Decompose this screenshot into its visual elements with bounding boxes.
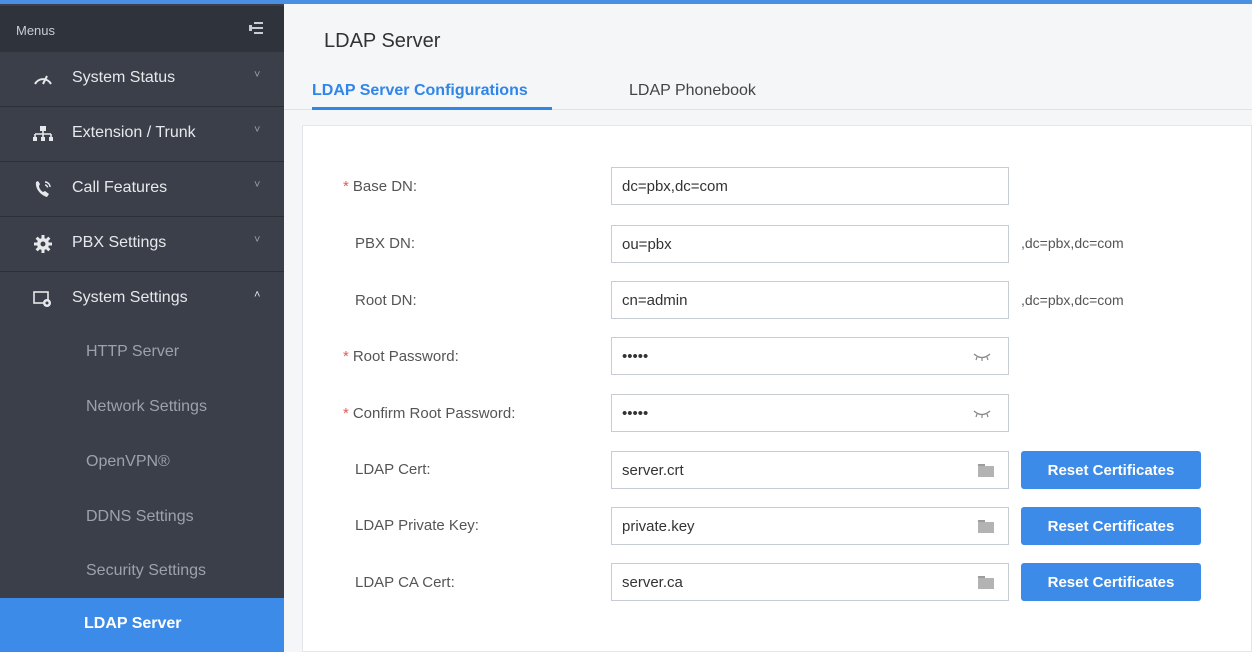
pbx-dn-field[interactable] xyxy=(611,225,1009,263)
phone-icon xyxy=(35,181,51,197)
pbx-dn-suffix: ,dc=pbx,dc=com xyxy=(1021,235,1124,251)
form-panel: *Base DN: PBX DN: ,dc=pbx,dc=com Root DN… xyxy=(302,125,1252,652)
ldap-private-key-field[interactable] xyxy=(611,507,1009,545)
sidebar-item-extension-trunk[interactable]: Extension / Trunk ˅ xyxy=(0,107,284,161)
root-dn-field[interactable] xyxy=(611,281,1009,319)
sidebar-subitem-label: LDAP Server xyxy=(84,615,182,632)
sidebar-item-pbx-settings[interactable]: PBX Settings ˅ xyxy=(0,217,284,271)
pbx-dn-label: PBX DN: xyxy=(355,235,416,252)
ldap-cert-field[interactable] xyxy=(611,451,1009,489)
required-marker: * xyxy=(343,178,349,195)
eye-closed-icon[interactable] xyxy=(972,351,992,363)
required-marker: * xyxy=(343,348,349,365)
active-tab-indicator xyxy=(312,107,552,110)
sidebar-subitem-label: HTTP Server xyxy=(86,343,180,360)
tab-ldap-server-configurations[interactable]: LDAP Server Configurations xyxy=(312,82,528,100)
reset-certificates-button[interactable]: Reset Certificates xyxy=(1021,507,1201,545)
sidebar-item-label: Call Features xyxy=(72,179,168,196)
app-window: Menus System Status ˅ Extension / Trunk … xyxy=(0,0,1252,652)
ldap-ca-cert-field[interactable] xyxy=(611,563,1009,601)
sidebar-subitem-security-settings[interactable]: Security Settings xyxy=(0,545,284,599)
root-password-input[interactable] xyxy=(612,338,1008,374)
sidebar-subitem-ddns-settings[interactable]: DDNS Settings xyxy=(0,491,284,545)
page-title: LDAP Server xyxy=(324,30,441,52)
confirm-root-password-label: * Confirm Root Password: xyxy=(343,405,516,422)
sidebar-item-label: Extension / Trunk xyxy=(72,124,196,141)
menu-header: Menus xyxy=(0,6,284,52)
tab-bar: LDAP Server Configurations LDAP Phoneboo… xyxy=(284,68,1252,110)
required-marker: * xyxy=(343,405,349,422)
gear-icon xyxy=(34,235,52,253)
base-dn-field[interactable] xyxy=(611,167,1009,205)
folder-icon[interactable] xyxy=(978,576,994,589)
collapse-menu-icon[interactable] xyxy=(249,22,263,34)
sidebar-subitem-label: DDNS Settings xyxy=(86,508,194,525)
ldap-private-key-input[interactable] xyxy=(612,508,1008,544)
sidebar-item-system-status[interactable]: System Status ˅ xyxy=(0,52,284,106)
reset-certificates-button[interactable]: Reset Certificates xyxy=(1021,451,1201,489)
ldap-private-key-label: LDAP Private Key: xyxy=(355,517,479,534)
sidebar-subitem-label: OpenVPN® xyxy=(86,453,170,470)
root-password-label: * Root Password: xyxy=(343,348,459,365)
sidebar-item-label: System Settings xyxy=(72,289,188,306)
base-dn-label: * Base DN: xyxy=(343,178,418,195)
sidebar-subitem-label: Security Settings xyxy=(86,562,207,579)
root-dn-label: Root DN: xyxy=(355,292,417,309)
root-dn-input[interactable] xyxy=(612,282,1008,318)
network-icon xyxy=(33,126,53,141)
folder-icon[interactable] xyxy=(978,464,994,477)
chevron-up-icon: ˄ xyxy=(254,289,261,301)
sidebar: Menus System Status ˅ Extension / Trunk … xyxy=(0,0,284,652)
sidebar-item-call-features[interactable]: Call Features ˅ xyxy=(0,162,284,216)
sidebar-subitem-http-server[interactable]: HTTP Server xyxy=(0,326,284,380)
settings-window-icon xyxy=(33,291,51,307)
sidebar-subitem-label: Network Settings xyxy=(86,398,207,415)
ldap-ca-cert-input[interactable] xyxy=(612,564,1008,600)
ldap-cert-label: LDAP Cert: xyxy=(355,461,431,478)
root-password-field[interactable] xyxy=(611,337,1009,375)
tab-ldap-phonebook[interactable]: LDAP Phonebook xyxy=(629,82,756,100)
confirm-root-password-input[interactable] xyxy=(612,395,1008,431)
sidebar-subitem-openvpn[interactable]: OpenVPN® xyxy=(0,436,284,490)
sidebar-subitem-network-settings[interactable]: Network Settings xyxy=(0,381,284,435)
sidebar-item-label: System Status xyxy=(72,69,176,86)
base-dn-input[interactable] xyxy=(612,168,1008,204)
chevron-down-icon: ˅ xyxy=(254,179,261,191)
ldap-ca-cert-label: LDAP CA Cert: xyxy=(355,574,455,591)
ldap-cert-input[interactable] xyxy=(612,452,1008,488)
pbx-dn-input[interactable] xyxy=(612,226,1008,262)
root-dn-suffix: ,dc=pbx,dc=com xyxy=(1021,292,1124,308)
confirm-root-password-field[interactable] xyxy=(611,394,1009,432)
folder-icon[interactable] xyxy=(978,520,994,533)
sidebar-item-system-settings[interactable]: System Settings ˄ xyxy=(0,272,284,326)
eye-closed-icon[interactable] xyxy=(972,408,992,420)
sidebar-item-label: PBX Settings xyxy=(72,234,167,251)
chevron-down-icon: ˅ xyxy=(254,124,261,136)
chevron-down-icon: ˅ xyxy=(254,234,261,246)
menu-header-label: Menus xyxy=(16,23,56,38)
reset-certificates-button[interactable]: Reset Certificates xyxy=(1021,563,1201,601)
main-content: LDAP Server LDAP Server Configurations L… xyxy=(284,4,1252,652)
sidebar-subitem-ldap-server[interactable]: LDAP Server xyxy=(0,598,284,652)
gauge-icon xyxy=(34,75,52,85)
chevron-down-icon: ˅ xyxy=(254,69,261,81)
